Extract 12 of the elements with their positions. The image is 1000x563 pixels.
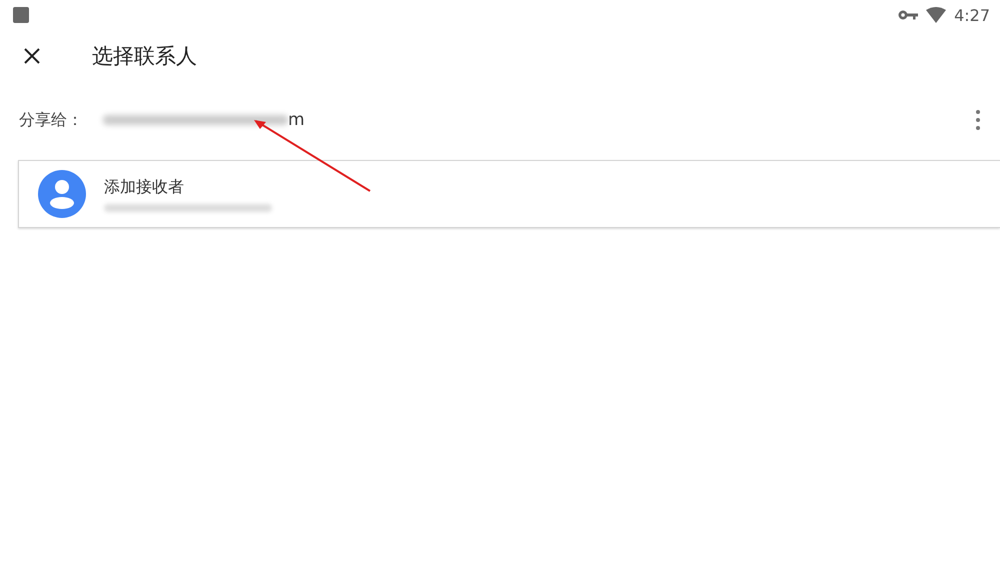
notification-icon bbox=[13, 7, 29, 23]
avatar-icon bbox=[38, 170, 86, 218]
share-label: 分享给： bbox=[19, 110, 83, 130]
key-icon bbox=[898, 10, 918, 20]
page-title: 选择联系人 bbox=[92, 43, 197, 70]
suggestion-card[interactable]: 添加接收者 bbox=[18, 160, 1000, 228]
recipient-field[interactable]: m bbox=[103, 105, 976, 135]
close-icon bbox=[24, 48, 40, 64]
more-options-icon[interactable] bbox=[976, 110, 980, 130]
wifi-icon bbox=[926, 7, 946, 23]
suggestion-title: 添加接收者 bbox=[104, 176, 185, 198]
clock-time: 4:27 bbox=[954, 6, 990, 24]
